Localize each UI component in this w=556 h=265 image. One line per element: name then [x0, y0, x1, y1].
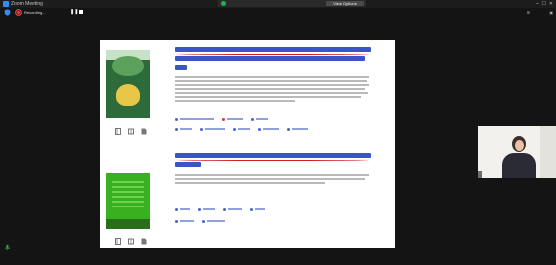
record-icon: [15, 9, 22, 16]
keyword-list: [175, 206, 267, 212]
entry-actions: [115, 128, 151, 136]
keyword-tag[interactable]: [258, 126, 281, 132]
keyword-tag[interactable]: [175, 206, 192, 212]
window-controls[interactable]: – ☐ ✕: [536, 0, 553, 8]
keyword-tag[interactable]: [198, 206, 217, 212]
mic-icon[interactable]: [4, 244, 11, 251]
keyword-tag[interactable]: [233, 126, 252, 132]
window-titlebar: Zoom Meeting View Options – ☐ ✕: [0, 0, 556, 8]
keyword-tag[interactable]: [250, 206, 267, 212]
shield-icon[interactable]: [4, 9, 11, 16]
handwritten-underline: [175, 158, 371, 161]
recording-status: Recording...: [24, 10, 46, 15]
keyword-tag[interactable]: [202, 218, 227, 224]
grid-icon[interactable]: [128, 238, 134, 245]
keyword-tag[interactable]: [175, 116, 216, 122]
keyword-tag[interactable]: [223, 206, 244, 212]
entry-abstract: [175, 76, 369, 104]
handwritten-underline: [175, 52, 371, 55]
participant-video: [502, 153, 536, 178]
view-button[interactable]: ▣: [549, 9, 553, 17]
keyword-list: [175, 116, 270, 122]
book-cover-image[interactable]: [106, 173, 150, 229]
document-icon[interactable]: [141, 128, 147, 135]
view-options-button[interactable]: View Options: [326, 1, 364, 6]
keyword-tag[interactable]: [175, 126, 194, 132]
keyword-tag[interactable]: [251, 116, 270, 122]
grid-icon[interactable]: [128, 128, 134, 135]
keyword-tag[interactable]: [200, 126, 227, 132]
screen-share-banner: View Options: [218, 0, 366, 7]
publication-entry: [100, 44, 395, 144]
meeting-toolbar: Recording... ❚❚ ⊞ ▣: [0, 8, 556, 19]
speaker-view-button[interactable]: ⊞: [527, 9, 530, 17]
keyword-list: [175, 126, 310, 132]
participant-video-tile[interactable]: [478, 126, 556, 178]
keyword-tag[interactable]: [222, 116, 245, 122]
stop-recording-icon[interactable]: [79, 10, 84, 15]
shared-document-page: [100, 40, 395, 248]
book-icon[interactable]: [115, 128, 121, 135]
entry-title[interactable]: [175, 47, 371, 64]
publication-entry: [100, 152, 395, 246]
entry-actions: [115, 238, 151, 246]
window-title: Zoom Meeting: [11, 1, 43, 7]
entry-abstract: [175, 174, 369, 186]
entry-title-continued: [175, 65, 187, 70]
entry-title[interactable]: [175, 153, 371, 170]
screen-share-status: [228, 0, 318, 7]
keyword-list: [175, 218, 227, 224]
pause-recording-icon[interactable]: ❚❚: [70, 10, 78, 15]
zoom-logo-icon: [3, 1, 9, 7]
participant-name: [478, 171, 482, 178]
document-icon[interactable]: [141, 238, 147, 245]
book-icon[interactable]: [115, 238, 121, 245]
sharing-status-icon: [221, 1, 226, 6]
book-cover-image[interactable]: [106, 50, 150, 118]
keyword-tag[interactable]: [287, 126, 310, 132]
keyword-tag[interactable]: [175, 218, 196, 224]
